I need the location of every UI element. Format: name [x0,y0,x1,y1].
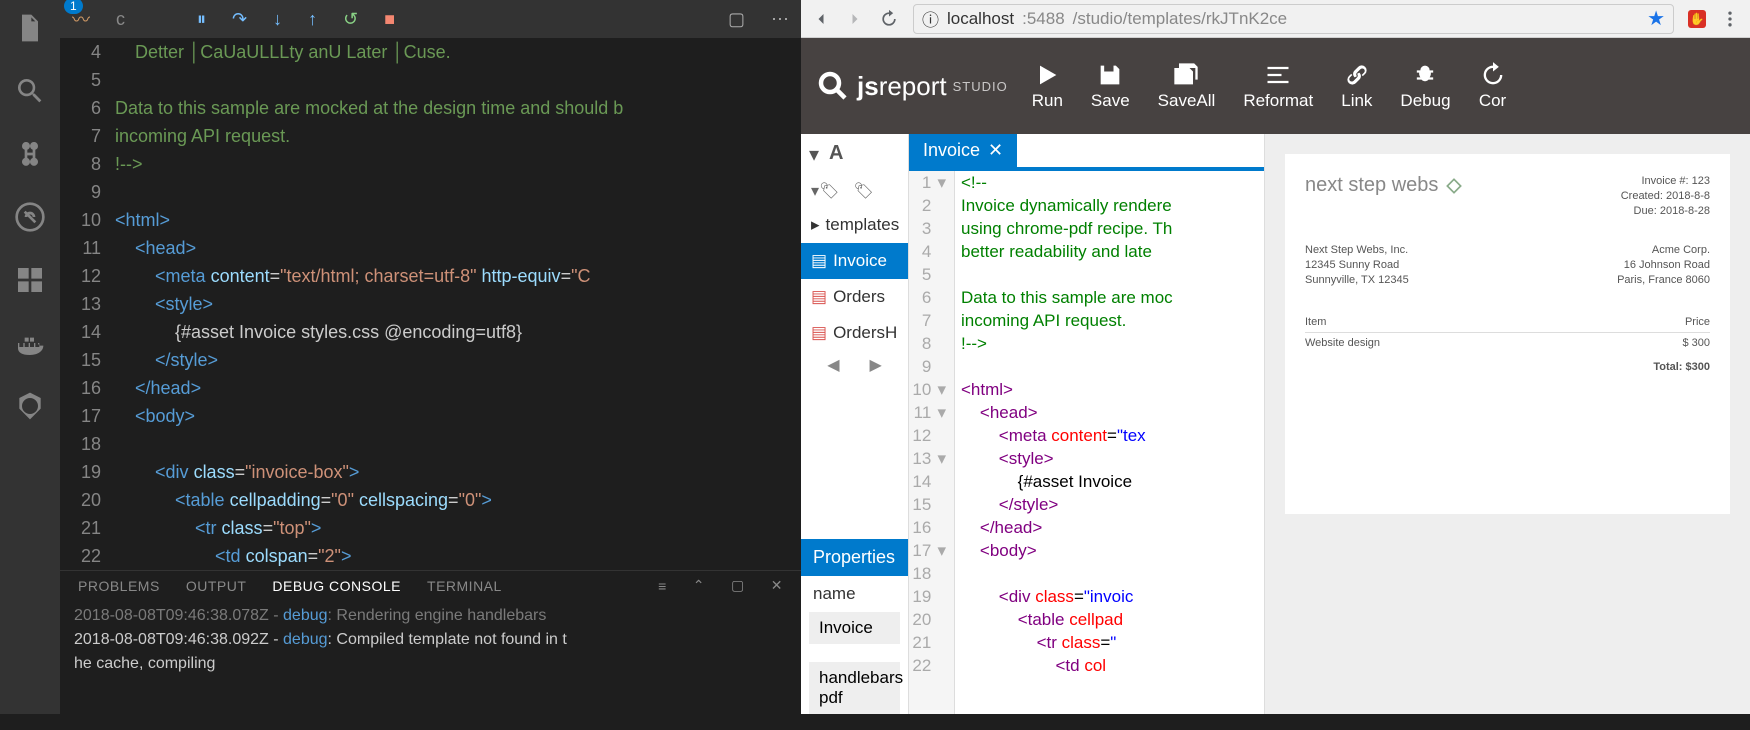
url-port: :5488 [1022,9,1065,29]
maximize-icon[interactable]: ▢ [731,577,745,594]
source-control-icon[interactable] [14,138,46,175]
split-editor-icon[interactable]: ▢ [728,9,745,30]
jsreport-logo: jsreport STUDIO [815,68,1008,104]
close-panel-icon[interactable]: ✕ [771,577,783,594]
debug-toolbar: 〰 c ⏸ ↷ ↓ ↑ ↺ ■ ▢ ⋯ [60,0,801,38]
line-gutter: 45678910111213141516171819202122 [60,38,115,570]
no-bug-icon[interactable] [14,201,46,238]
scroll-left-icon[interactable]: ◀ [827,355,839,375]
properties-header: Properties [801,539,908,576]
tab-output[interactable]: OUTPUT [186,578,247,594]
back-button[interactable] [811,9,831,29]
logo-js: js [857,71,879,101]
save-button[interactable]: Save [1091,61,1130,111]
font-icon[interactable]: A [829,142,843,167]
jsreport-actions: Run Save SaveAll Reformat Link Debug Cor [1032,61,1507,111]
invoice-logo: next step webs [1305,174,1464,197]
jsr-line-gutter: 1 ▾2 3 4 5 6 7 8 9 10 ▾11 ▾12 13 ▾14 15 … [909,171,955,714]
tree-invoice[interactable]: ▤ Invoice [801,243,908,279]
panel-tabs: PROBLEMS OUTPUT DEBUG CONSOLE TERMINAL ≡… [60,571,801,600]
url-host: localhost [947,9,1014,29]
filter-tag-icon[interactable]: ▾🏷 [811,181,839,201]
browser-window: ⓘ localhost :5488/studio/templates/rkJTnK… [801,0,1750,714]
tab-debug-console[interactable]: DEBUG CONSOLE [272,578,401,594]
properties-panel: Properties name Invoice handlebarspdf [801,539,908,714]
vscode-window: 1 〰 c ⏸ ↷ ↓ ↑ ↺ ■ ▢ ⋯ [0,0,801,714]
explorer-badge: 1 [64,0,83,14]
jsreport-editor: Invoice ✕ 1 ▾2 3 4 5 6 7 8 9 10 ▾11 ▾12 … [909,134,1265,714]
clear-icon[interactable]: ≡ [658,578,667,594]
chrome-toolbar: ⓘ localhost :5488/studio/templates/rkJTnK… [801,0,1750,38]
cor-button[interactable]: Cor [1479,61,1507,111]
invoice-document: next step webs Invoice #: 123 Created: 2… [1285,154,1730,514]
tag-icon[interactable]: 🏷 [853,181,873,201]
invoice-addresses: Next Step Webs, Inc.12345 Sunny RoadSunn… [1305,243,1710,288]
report-preview: next step webs Invoice #: 123 Created: 2… [1265,134,1750,714]
tab-invoice[interactable]: Invoice ✕ [909,134,1017,167]
jsr-code-content: <!--Invoice dynamically rendereusing chr… [955,171,1264,714]
step-out-button[interactable]: ↑ [308,9,317,30]
entity-tree: ▸ templates ▤ Invoice ▤ Orders ▤ OrdersH [801,207,908,351]
tree-templates[interactable]: ▸ templates [801,207,908,243]
explorer-icon[interactable]: 1 [14,12,46,49]
jsreport-header: jsreport STUDIO Run Save SaveAll Reforma… [801,38,1750,134]
code-content: Detter │CaUaULLLty anU Later │Cuse. Data… [115,38,801,570]
prop-name-label: name [801,576,908,612]
docker-icon[interactable] [14,327,46,364]
jsreport-sidebar: ▾ A ▾🏷 🏷 ▸ templates ▤ Invoice ▤ Orders … [801,134,909,714]
invoice-table: ItemPrice Website design$ 300 [1305,312,1710,353]
invoice-total: Total: $300 [1305,361,1710,373]
tab-letter: c [116,9,125,30]
search-icon[interactable] [14,75,46,112]
debug-console-output[interactable]: 2018-08-08T09:46:38.078Z - debug: Render… [60,600,801,730]
editor-tabs: Invoice ✕ [909,134,1264,167]
restart-button[interactable]: ↺ [343,9,358,30]
logo-report: report [879,71,947,101]
prop-engine[interactable]: handlebarspdf [809,662,900,714]
chrome-menu-icon[interactable] [1720,9,1740,29]
vscode-main: 1 〰 c ⏸ ↷ ↓ ↑ ↺ ■ ▢ ⋯ [0,0,801,730]
code-editor[interactable]: 45678910111213141516171819202122 Detter … [60,38,801,570]
url-path: /studio/templates/rkJTnK2ce [1073,9,1287,29]
info-icon: ⓘ [922,6,939,31]
jsreport-code-editor[interactable]: 1 ▾2 3 4 5 6 7 8 9 10 ▾11 ▾12 13 ▾14 15 … [909,171,1264,714]
activity-bar: 1 [0,0,60,714]
tree-ordersh[interactable]: ▤ OrdersH [801,315,908,351]
forward-button[interactable] [845,9,865,29]
kubernetes-icon[interactable] [14,390,46,427]
run-button[interactable]: Run [1032,61,1063,111]
reformat-button[interactable]: Reformat [1243,61,1313,111]
prop-name-input[interactable]: Invoice [809,612,900,644]
pause-button[interactable]: ⏸ [197,9,206,30]
extensions-icon[interactable] [14,264,46,301]
link-button[interactable]: Link [1341,61,1372,111]
sidebar-top-icons: ▾ A [801,134,908,175]
address-bar[interactable]: ⓘ localhost :5488/studio/templates/rkJTnK… [913,4,1674,34]
debug-button[interactable]: Debug [1400,61,1450,111]
tree-orders[interactable]: ▤ Orders [801,279,908,315]
bookmark-icon[interactable]: ★ [1647,6,1665,31]
collapse-icon[interactable]: ⌃ [693,577,705,594]
saveall-button[interactable]: SaveAll [1158,61,1216,111]
scroll-right-icon[interactable]: ▶ [870,355,882,375]
sidebar-tag-icons: ▾🏷 🏷 [801,175,908,207]
vscode-editor-group: 〰 c ⏸ ↷ ↓ ↑ ↺ ■ ▢ ⋯ 45678910111213141516… [60,0,801,730]
jsreport-body: ▾ A ▾🏷 🏷 ▸ templates ▤ Invoice ▤ Orders … [801,134,1750,714]
invoice-from: Next Step Webs, Inc.12345 Sunny RoadSunn… [1305,243,1409,288]
bottom-panel: PROBLEMS OUTPUT DEBUG CONSOLE TERMINAL ≡… [60,570,801,730]
invoice-to: Acme Corp.16 Johnson RoadParis, France 8… [1617,243,1710,288]
more-icon[interactable]: ⋯ [771,9,789,30]
invoice-meta: Invoice #: 123 Created: 2018-8-8 Due: 20… [1621,174,1710,219]
filter-icon[interactable]: ▾ [809,142,819,167]
tab-problems[interactable]: PROBLEMS [78,578,160,594]
step-over-button[interactable]: ↷ [232,9,247,30]
ublock-icon[interactable]: ✋ [1688,10,1706,28]
logo-studio: STUDIO [953,79,1008,94]
reload-button[interactable] [879,9,899,29]
tab-terminal[interactable]: TERMINAL [427,578,502,594]
stop-button[interactable]: ■ [384,9,395,30]
step-into-button[interactable]: ↓ [273,9,282,30]
close-tab-icon[interactable]: ✕ [988,140,1003,161]
